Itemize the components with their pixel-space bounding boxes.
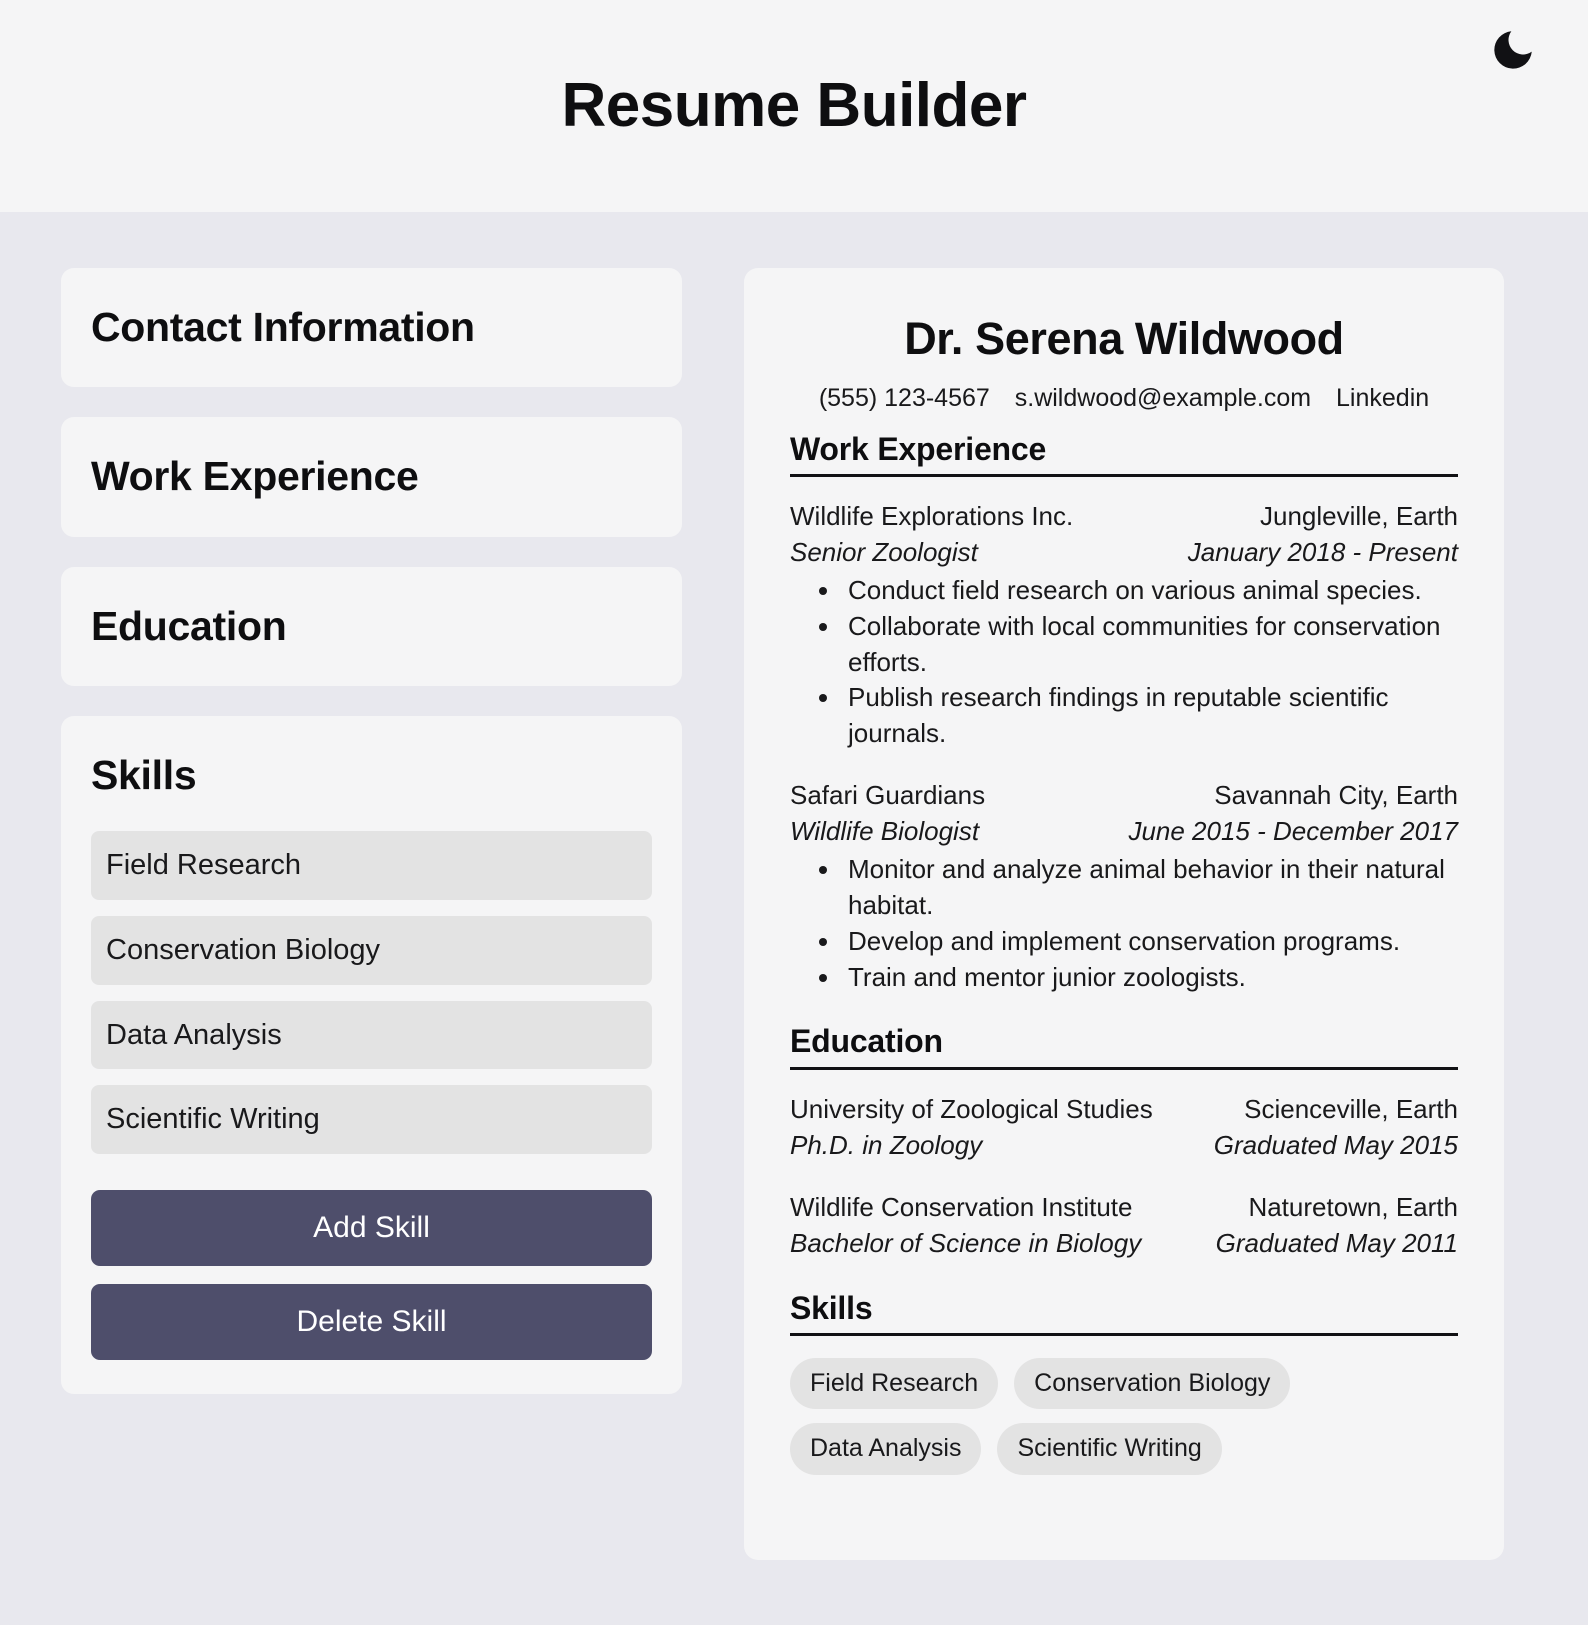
work-bullet: Publish research findings in reputable s… bbox=[842, 680, 1458, 752]
education-dates: Graduated May 2011 bbox=[1215, 1227, 1458, 1258]
education-entry-subheader: Ph.D. in Zoology Graduated May 2015 bbox=[790, 1128, 1458, 1164]
resume-contact-line: (555) 123-4567 s.wildwood@example.com Li… bbox=[790, 382, 1458, 415]
work-location: Jungleville, Earth bbox=[1260, 501, 1458, 532]
skill-list-item[interactable]: Field Research bbox=[91, 831, 652, 900]
resume-candidate-name: Dr. Serena Wildwood bbox=[904, 313, 1344, 364]
skill-pill: Scientific Writing bbox=[997, 1423, 1222, 1475]
skill-pill: Conservation Biology bbox=[1014, 1358, 1291, 1410]
section-card-contact-information[interactable]: Contact Information bbox=[61, 268, 682, 388]
work-location: Savannah City, Earth bbox=[1214, 780, 1458, 811]
work-entry-subheader: Wildlife Biologist June 2015 - December … bbox=[790, 814, 1458, 850]
work-role: Wildlife Biologist bbox=[790, 816, 980, 847]
education-school: University of Zoological Studies bbox=[790, 1094, 1153, 1125]
education-location: Scienceville, Earth bbox=[1244, 1094, 1458, 1125]
resume-section-education: Education University of Zoological Studi… bbox=[790, 1021, 1458, 1261]
work-entry-header: Wildlife Explorations Inc. Jungleville, … bbox=[790, 499, 1458, 535]
education-entry: Wildlife Conservation Institute Natureto… bbox=[790, 1190, 1458, 1262]
education-school: Wildlife Conservation Institute bbox=[790, 1191, 1133, 1222]
contact-phone: (555) 123-4567 bbox=[818, 384, 990, 412]
work-entry-header: Safari Guardians Savannah City, Earth bbox=[790, 778, 1458, 814]
work-dates: June 2015 - December 2017 bbox=[1128, 816, 1458, 847]
section-card-education[interactable]: Education bbox=[61, 566, 682, 686]
section-card-skills: Skills Field Research Conservation Biolo… bbox=[61, 715, 682, 1395]
skill-pill: Data Analysis bbox=[790, 1423, 982, 1475]
section-title-work-experience: Work Experience bbox=[91, 453, 419, 500]
page-title: Resume Builder bbox=[561, 71, 1027, 140]
delete-skill-button[interactable]: Delete Skill bbox=[91, 1284, 652, 1361]
section-title-contact-information: Contact Information bbox=[91, 304, 475, 350]
education-degree: Bachelor of Science in Biology bbox=[790, 1227, 1142, 1258]
education-entry-subheader: Bachelor of Science in Biology Graduated… bbox=[790, 1226, 1458, 1262]
work-bullet: Conduct field research on various animal… bbox=[842, 573, 1458, 609]
resume-section-title-skills: Skills bbox=[790, 1288, 1458, 1337]
education-degree: Ph.D. in Zoology bbox=[790, 1129, 983, 1160]
moon-icon bbox=[1488, 25, 1538, 78]
skill-pill-list: Field Research Conservation Biology Data… bbox=[790, 1358, 1458, 1475]
education-dates: Graduated May 2015 bbox=[1213, 1129, 1458, 1160]
skill-list-item[interactable]: Conservation Biology bbox=[91, 915, 652, 985]
work-dates: January 2018 - Present bbox=[1187, 536, 1458, 567]
education-entry: University of Zoological Studies Science… bbox=[790, 1092, 1458, 1164]
skill-pill: Field Research bbox=[790, 1358, 999, 1410]
education-location: Naturetown, Earth bbox=[1248, 1191, 1458, 1222]
app-header: Resume Builder bbox=[0, 0, 1588, 212]
work-bullet: Monitor and analyze animal behavior in t… bbox=[842, 852, 1458, 924]
resume-section-title-work-experience: Work Experience bbox=[790, 429, 1458, 478]
education-entry-header: University of Zoological Studies Science… bbox=[790, 1092, 1458, 1128]
work-role: Senior Zoologist bbox=[790, 536, 978, 567]
work-entry-subheader: Senior Zoologist January 2018 - Present bbox=[790, 535, 1458, 571]
resume-section-work-experience: Work Experience Wildlife Explorations In… bbox=[790, 429, 1458, 996]
contact-email: s.wildwood@example.com bbox=[1014, 384, 1312, 412]
contact-link: Linkedin bbox=[1336, 384, 1430, 412]
work-bullet: Collaborate with local communities for c… bbox=[842, 609, 1458, 681]
main-content: Contact Information Work Experience Educ… bbox=[0, 212, 1588, 1560]
work-bullet: Develop and implement conservation progr… bbox=[842, 924, 1458, 960]
skill-list-item[interactable]: Scientific Writing bbox=[91, 1085, 652, 1155]
resume-preview-card: Dr. Serena Wildwood (555) 123-4567 s.wil… bbox=[744, 268, 1504, 1560]
section-card-work-experience[interactable]: Work Experience bbox=[61, 417, 682, 537]
resume-section-skills: Skills Field Research Conservation Biolo… bbox=[790, 1288, 1458, 1475]
work-company: Safari Guardians bbox=[790, 780, 986, 811]
work-bullet-list: Conduct field research on various animal… bbox=[842, 573, 1458, 752]
work-entry: Safari Guardians Savannah City, Earth Wi… bbox=[790, 778, 1458, 995]
resume-preview-column: Dr. Serena Wildwood (555) 123-4567 s.wil… bbox=[744, 268, 1504, 1560]
work-bullet: Train and mentor junior zoologists. bbox=[842, 960, 1458, 996]
section-title-skills: Skills bbox=[91, 751, 197, 798]
add-skill-button[interactable]: Add Skill bbox=[91, 1190, 652, 1267]
resume-section-title-education: Education bbox=[790, 1021, 1458, 1071]
dark-mode-toggle-button[interactable] bbox=[1480, 18, 1546, 84]
education-entry-header: Wildlife Conservation Institute Natureto… bbox=[790, 1190, 1458, 1226]
work-company: Wildlife Explorations Inc. bbox=[790, 501, 1074, 532]
work-bullet-list: Monitor and analyze animal behavior in t… bbox=[842, 852, 1458, 996]
editor-column: Contact Information Work Experience Educ… bbox=[61, 268, 682, 1395]
section-title-education: Education bbox=[91, 602, 287, 649]
skill-list-item[interactable]: Data Analysis bbox=[91, 1000, 652, 1070]
work-entry: Wildlife Explorations Inc. Jungleville, … bbox=[790, 499, 1458, 752]
